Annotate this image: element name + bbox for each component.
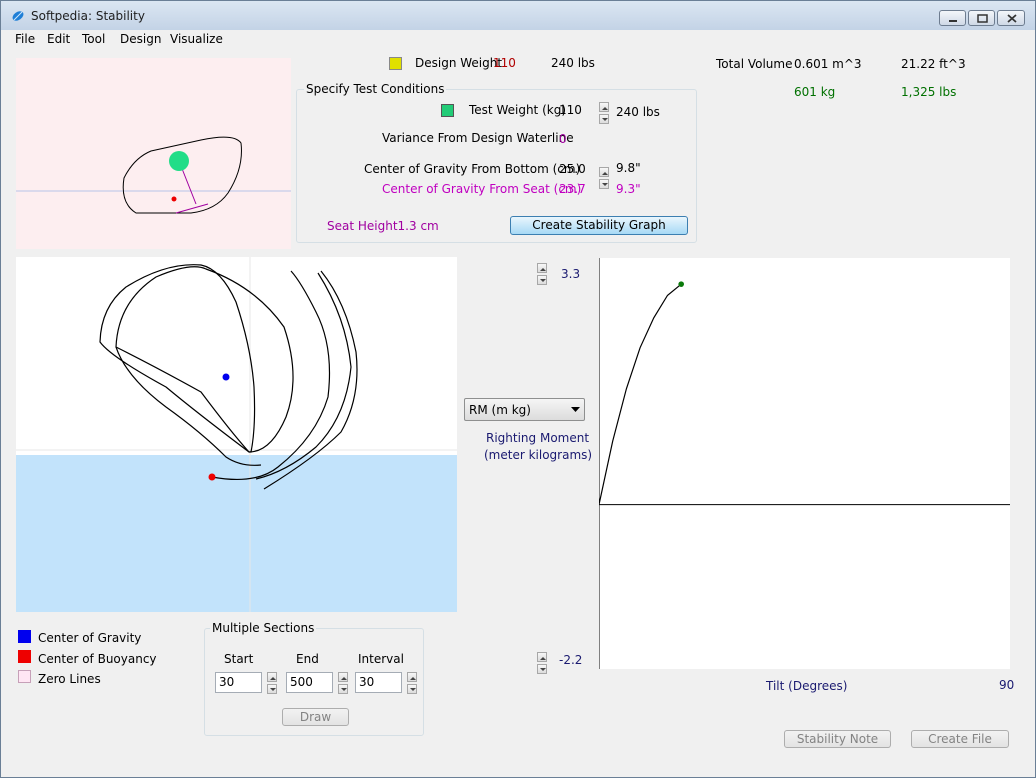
quantity-dropdown-value: RM (m kg) [469,403,531,417]
test-weight-spinner[interactable] [599,102,609,124]
interval-input[interactable]: 30 [355,672,402,693]
spin-down-icon[interactable] [267,684,277,694]
y-min-spinner[interactable] [537,652,547,674]
spin-up-icon[interactable] [537,263,547,273]
spin-down-icon[interactable] [599,179,609,189]
variance-value[interactable]: 0 [559,132,567,146]
minimize-button[interactable] [939,10,966,26]
legend-swatch-cg [18,630,31,643]
test-weight-lbs: 240 lbs [616,105,660,119]
cg-spinner[interactable] [599,167,609,189]
stability-chart [598,258,1010,669]
interval-label: Interval [358,652,404,666]
spin-down-icon[interactable] [537,275,547,285]
end-label: End [296,652,319,666]
test-weight-value[interactable]: 110 [559,103,582,117]
end-spinner[interactable] [338,672,348,694]
stability-note-button[interactable]: Stability Note [784,730,891,748]
cb-marker-small [171,196,177,202]
window-title: Softpedia: Stability [31,9,145,23]
x-axis-title: Tilt (Degrees) [766,679,848,693]
spin-up-icon[interactable] [407,672,417,682]
maximize-icon [977,14,988,23]
total-volume-ft3: 21.22 ft^3 [901,57,966,71]
legend-label-cb: Center of Buoyancy [38,652,157,666]
start-input[interactable]: 30 [215,672,262,693]
chevron-down-icon [571,407,580,412]
cg-bottom-inches: 9.8" [616,161,641,175]
design-weight-label: Design Weight [415,56,503,70]
interval-spinner[interactable] [407,672,417,694]
menu-file[interactable]: File [15,32,35,46]
spin-down-icon[interactable] [407,684,417,694]
cg-seat-label: Center of Gravity From Seat (cm) [382,182,582,196]
legend-label-zero: Zero Lines [38,672,101,686]
total-volume-m3: 0.601 m^3 [794,57,862,71]
design-weight-lbs: 240 lbs [551,56,595,70]
spin-up-icon[interactable] [338,672,348,682]
y-axis-title-line1: Righting Moment [486,431,590,445]
app-window: Softpedia: Stability File Edit Tool Desi… [0,0,1036,778]
cg-marker-small [169,151,189,171]
total-volume-lbs: 1,325 lbs [901,85,957,99]
center-of-buoyancy-marker [208,473,216,481]
section-view [16,257,457,612]
menu-bar: File Edit Tool Design Visualize [1,30,1035,48]
legend-swatch-zero [18,670,31,683]
legend-swatch-cb [18,650,31,663]
test-weight-swatch [441,104,454,117]
quantity-dropdown[interactable]: RM (m kg) [464,398,585,421]
section-preview [16,58,291,249]
title-bar[interactable]: Softpedia: Stability [1,1,1035,31]
softpedia-leaf-icon [12,11,24,21]
test-conditions-title: Specify Test Conditions [304,82,447,96]
spin-up-icon[interactable] [267,672,277,682]
draw-button[interactable]: Draw [282,708,349,726]
minimize-icon [949,20,957,22]
menu-visualize[interactable]: Visualize [170,32,223,46]
cg-bottom-label: Center of Gravity From Bottom (cm) [364,162,581,176]
spin-down-icon[interactable] [599,114,609,124]
design-weight-value[interactable]: 110 [493,56,516,70]
seat-height: Seat Height1.3 cm [327,219,439,233]
section-preview-drawing [16,136,291,214]
y-axis-title-line2: (meter kilograms) [484,448,593,462]
legend-label-cg: Center of Gravity [38,631,142,645]
section-view-drawing [16,257,457,612]
start-spinner[interactable] [267,672,277,694]
spin-down-icon[interactable] [338,684,348,694]
close-icon [1007,14,1017,23]
stability-chart-svg [598,258,1010,669]
close-button[interactable] [997,10,1025,26]
y-min-value: -2.2 [559,653,583,667]
y-max-spinner[interactable] [537,263,547,285]
menu-tool[interactable]: Tool [82,32,105,46]
test-weight-label: Test Weight (kg) [469,103,566,117]
center-of-gravity-marker [222,373,230,381]
total-volume-kg: 601 kg [794,85,836,99]
variance-label: Variance From Design Waterline [382,131,574,145]
multiple-sections-title: Multiple Sections [210,621,317,635]
start-label: Start [224,652,254,666]
maximize-button[interactable] [968,10,995,26]
current-tilt-point [678,281,684,287]
spin-down-icon[interactable] [537,664,547,674]
menu-design[interactable]: Design [120,32,161,46]
cg-seat-value[interactable]: 23.7 [559,182,586,196]
end-input[interactable]: 500 [286,672,333,693]
total-volume-label: Total Volume [716,57,793,71]
cg-seat-inches: 9.3" [616,182,641,196]
righting-moment-line [598,283,682,505]
x-max-value: 90 [999,678,1015,692]
menu-edit[interactable]: Edit [47,32,70,46]
design-weight-swatch [389,57,402,70]
spin-up-icon[interactable] [599,167,609,177]
y-max-value: 3.3 [561,267,581,281]
cg-bottom-value[interactable]: 25.0 [559,162,586,176]
create-stability-graph-button[interactable]: Create Stability Graph [510,216,688,235]
create-file-button[interactable]: Create File [911,730,1009,748]
spin-up-icon[interactable] [599,102,609,112]
spin-up-icon[interactable] [537,652,547,662]
